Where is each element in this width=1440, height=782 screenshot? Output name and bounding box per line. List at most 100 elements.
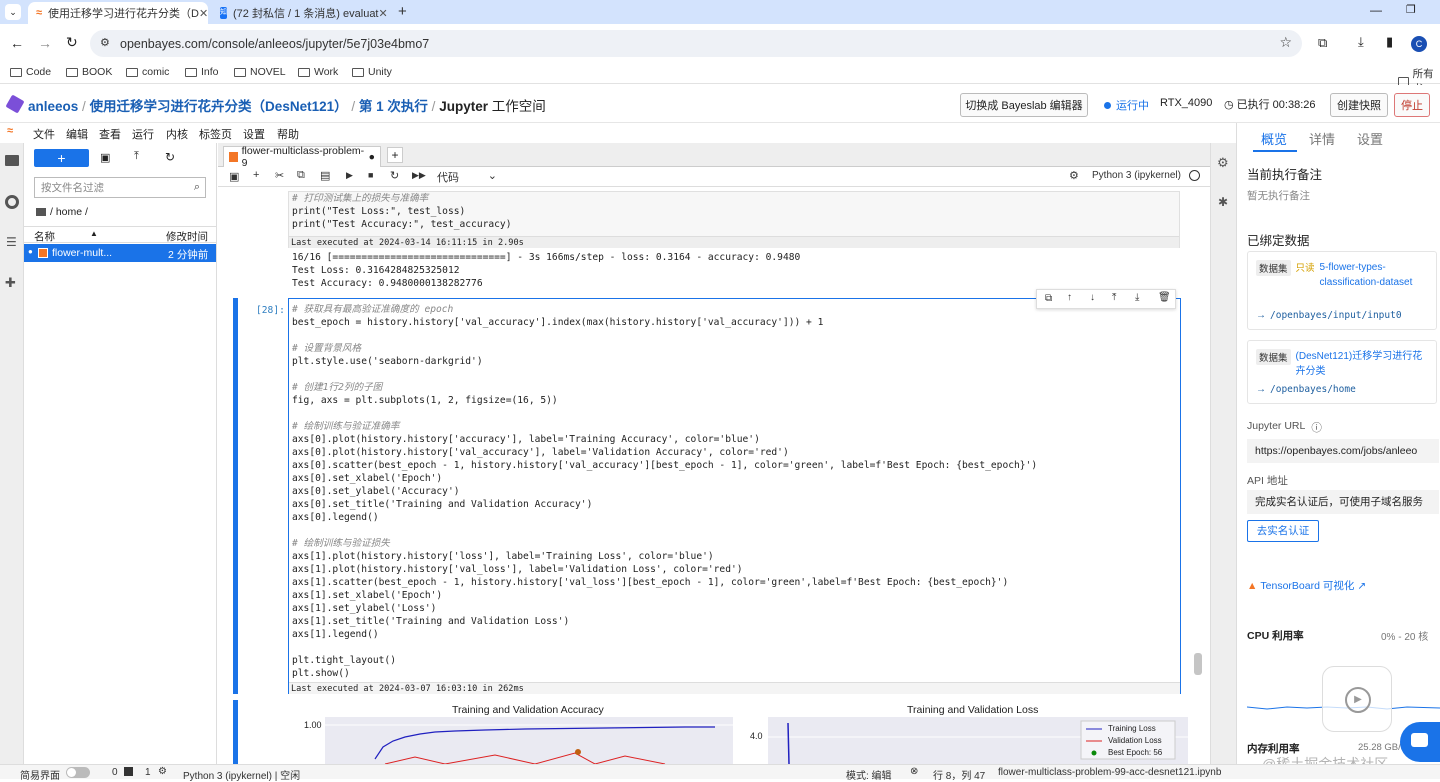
cut-icon[interactable]: ✂ — [275, 169, 284, 182]
site-info-icon[interactable]: ⚙ — [100, 36, 110, 49]
tensorboard-link[interactable]: ▲ TensorBoard 可视化 ↗ — [1247, 578, 1366, 593]
create-snapshot-button[interactable]: 创建快照 — [1330, 93, 1388, 117]
duplicate-cell-icon[interactable]: ⧉ — [1045, 293, 1052, 304]
new-launcher-button[interactable]: + — [34, 149, 89, 167]
file-browser-icon[interactable] — [5, 155, 19, 166]
video-play-overlay[interactable]: ▶ — [1322, 666, 1392, 732]
reload-icon[interactable]: ↻ — [66, 34, 78, 51]
upload-icon[interactable]: ⤒ — [134, 150, 139, 163]
insert-above-icon[interactable]: ⤒ — [1112, 292, 1116, 303]
bookmark-info[interactable]: Info — [185, 66, 219, 78]
restart-icon[interactable]: ↻ — [390, 169, 399, 182]
minimize-icon[interactable]: — — [1370, 3, 1382, 17]
menu-kernel[interactable]: 内核 — [166, 126, 188, 142]
menu-help[interactable]: 帮助 — [277, 126, 299, 142]
menu-edit[interactable]: 编辑 — [66, 126, 88, 142]
output-collapser[interactable] — [233, 700, 238, 764]
toc-icon[interactable]: ☰ — [6, 235, 17, 249]
kernel-status[interactable]: Python 3 (ipykernel) | 空闲 — [183, 767, 300, 782]
chat-bubble-button[interactable] — [1400, 722, 1440, 762]
menu-tabs[interactable]: 标签页 — [199, 126, 232, 142]
download-icon[interactable]: ⤓ — [1358, 34, 1364, 50]
copy-icon[interactable]: ⧉ — [297, 169, 305, 182]
dataset-card[interactable]: 数据集 (DesNet121)迁移学习进行花卉分类 →/openbayes/ho… — [1247, 340, 1437, 404]
stop-button[interactable]: 停止 — [1394, 93, 1430, 117]
bookmark-novel[interactable]: NOVEL — [234, 66, 286, 78]
bookmark-work[interactable]: Work — [298, 66, 338, 78]
col-modified-header[interactable]: 修改时间 — [166, 229, 208, 244]
browser-tab-zhihu[interactable]: 知 (72 封私信 / 1 条消息) evaluat ✕ — [212, 2, 392, 24]
dataset-card[interactable]: 数据集 只读 5-flower-types-classification-dat… — [1247, 251, 1437, 330]
dataset-name[interactable]: 5-flower-types-classification-dataset — [1320, 260, 1420, 290]
move-up-icon[interactable]: ↑ — [1067, 292, 1072, 303]
new-tab-button[interactable]: + — [398, 3, 407, 20]
unsaved-dot-icon[interactable]: ● — [369, 151, 375, 163]
file-row[interactable]: ● flower-mult... 2 分钟前 — [24, 244, 216, 262]
breadcrumb-user[interactable]: anleeos — [28, 99, 78, 114]
cursor-position[interactable]: 行 8，列 47 — [933, 767, 985, 782]
save-icon[interactable]: ▣ — [229, 170, 239, 183]
running-kernels-icon[interactable] — [5, 195, 19, 209]
property-inspector-icon[interactable]: ⚙ — [1217, 155, 1229, 171]
forward-icon[interactable]: → — [38, 35, 52, 51]
debugger-bug-icon[interactable]: ✱ — [1218, 195, 1228, 209]
gpu-label: RTX_4090 — [1160, 97, 1213, 109]
profile-avatar[interactable]: C — [1411, 36, 1427, 52]
insert-below-icon[interactable]: ⤓ — [1135, 292, 1139, 303]
kernels-count: 1 — [145, 767, 151, 778]
close-tab-icon[interactable]: ✕ — [199, 7, 208, 20]
menu-file[interactable]: 文件 — [33, 126, 55, 142]
sidebar-icon[interactable]: ▮ — [1386, 34, 1393, 50]
jupyter-url-field[interactable]: https://openbayes.com/jobs/anleeo — [1247, 439, 1439, 463]
side-tab-details[interactable]: 详情 — [1309, 129, 1335, 148]
active-cell-collapser[interactable] — [233, 298, 238, 694]
info-icon[interactable]: ⓘ — [1311, 420, 1322, 435]
bookmark-code[interactable]: Code — [10, 66, 51, 78]
bookmark-unity[interactable]: Unity — [352, 66, 392, 78]
verify-button[interactable]: 去实名认证 — [1247, 520, 1319, 542]
active-code-cell[interactable]: # 获取具有最高验证准确度的 epoch best_epoch = history… — [288, 298, 1181, 694]
simple-mode-toggle[interactable] — [66, 767, 90, 778]
cell-type-select[interactable]: 代码 ⌄ — [437, 169, 497, 185]
run-all-icon[interactable]: ▶▶ — [412, 170, 426, 181]
file-filter-input[interactable]: 按文件名过滤 ⌕ — [34, 177, 206, 198]
scrollbar-thumb[interactable] — [1194, 653, 1202, 675]
add-tab-button[interactable]: + — [387, 147, 403, 163]
tab-search-button[interactable]: ⌄ — [5, 4, 21, 20]
switch-editor-button[interactable]: 切换成 Bayeslab 编辑器 — [960, 93, 1088, 117]
interrupt-icon[interactable]: ■ — [368, 170, 373, 180]
paste-icon[interactable]: ▤ — [320, 169, 330, 182]
code-line: axs[0].set_ylabel('Accuracy') — [292, 486, 460, 497]
dataset-name[interactable]: (DesNet121)迁移学习进行花卉分类 — [1296, 349, 1426, 379]
bookmark-book[interactable]: BOOK — [66, 66, 112, 78]
col-name-header[interactable]: 名称 — [34, 229, 55, 244]
delete-cell-icon[interactable]: 🗑 — [1158, 292, 1171, 303]
kernel-name[interactable]: Python 3 (ipykernel) — [1092, 170, 1181, 181]
bookmark-comic[interactable]: comic — [126, 66, 169, 78]
folder-icon — [126, 67, 138, 77]
debugger-icon[interactable]: ⚙ — [1069, 169, 1079, 182]
bookmark-star-icon[interactable]: ☆ — [1279, 34, 1292, 51]
breadcrumb-project[interactable]: 使用迁移学习进行花卉分类（DesNet121） — [90, 99, 348, 114]
refresh-icon[interactable]: ↻ — [165, 150, 175, 164]
restore-icon[interactable]: ❐ — [1406, 3, 1416, 16]
menu-view[interactable]: 查看 — [99, 126, 121, 142]
extensions-icon[interactable]: ⧉ — [1318, 35, 1327, 51]
breadcrumb-run[interactable]: 第 1 次执行 — [359, 99, 428, 114]
notebook-tab[interactable]: flower-multiclass-problem-9 ● — [223, 145, 381, 169]
url-input[interactable]: ⚙ openbayes.com/console/anleeos/jupyter/… — [90, 30, 1302, 57]
back-icon[interactable]: ← — [10, 35, 24, 51]
close-tab-icon[interactable]: ✕ — [379, 7, 388, 20]
new-folder-icon[interactable]: ▣ — [100, 151, 110, 164]
side-tab-overview[interactable]: 概览 — [1261, 129, 1287, 148]
arrow-right-icon: → — [1256, 384, 1266, 395]
side-tab-settings[interactable]: 设置 — [1357, 129, 1383, 148]
insert-cell-icon[interactable]: + — [253, 169, 259, 181]
menu-run[interactable]: 运行 — [132, 126, 154, 142]
browser-tab-active[interactable]: ≈ 使用迁移学习进行花卉分类（D ✕ — [28, 2, 208, 24]
extensions-puzzle-icon[interactable]: ✚ — [5, 275, 16, 291]
move-down-icon[interactable]: ↓ — [1090, 292, 1095, 303]
prev-code-cell[interactable]: # 打印测试集上的损失与准确率 print("Test Loss:", test… — [288, 191, 1180, 248]
menu-settings[interactable]: 设置 — [243, 126, 265, 142]
run-icon[interactable]: ▶ — [346, 170, 353, 181]
